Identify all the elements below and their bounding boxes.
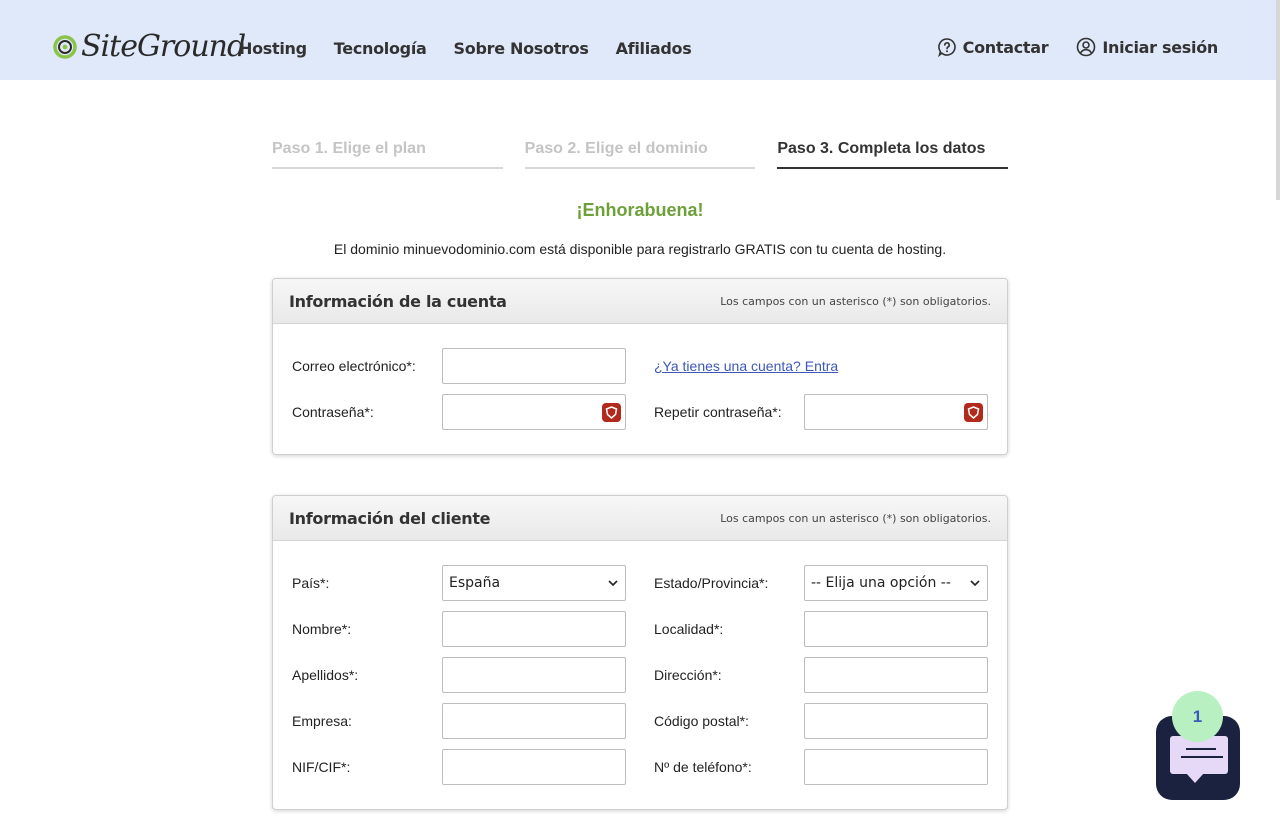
contact-label: Contactar [962,37,1049,57]
login-label: Iniciar sesión [1102,37,1218,57]
password-manager-icon[interactable] [964,403,983,422]
nif-label: NIF/CIF*: [292,759,351,775]
required-fields-note: Los campos con un asterisco (*) son obli… [720,512,991,525]
nav-sobre-nosotros[interactable]: Sobre Nosotros [454,39,589,58]
phone-field[interactable] [804,749,988,785]
nav-tecnologia[interactable]: Tecnología [334,39,427,58]
chat-icon-tail [1186,773,1204,783]
city-label: Localidad*: [654,621,724,637]
client-info-panel: Información del cliente Los campos con u… [272,495,1008,810]
domain-available-text: El dominio minuevodominio.com está dispo… [333,241,947,257]
address-field[interactable] [804,657,988,693]
siteground-logo[interactable]: SiteGround [53,28,246,64]
chat-notification-badge[interactable]: 1 [1172,691,1223,742]
postal-code-label: Código postal*: [654,713,749,729]
site-header: SiteGround Hosting Tecnología Sobre Noso… [0,0,1280,80]
contact-link[interactable]: Contactar [937,37,1049,57]
required-fields-note: Los campos con un asterisco (*) son obli… [720,295,991,308]
country-label: País*: [292,575,330,591]
account-panel-header: Información de la cuenta Los campos con … [273,279,1007,324]
surname-label: Apellidos*: [292,667,359,683]
account-panel-title: Información de la cuenta [289,292,507,311]
email-field[interactable] [442,348,626,384]
company-field[interactable] [442,703,626,739]
main-nav: Hosting Tecnología Sobre Nosotros Afilia… [239,39,692,58]
repeat-password-field[interactable] [804,394,988,430]
chevron-down-icon [970,580,980,587]
name-field[interactable] [442,611,626,647]
password-manager-icon[interactable] [602,403,621,422]
state-select[interactable]: -- Elija una opción -- [804,565,988,601]
siteground-logo-icon [53,35,77,59]
nav-afiliados[interactable]: Afiliados [616,39,692,58]
state-value: -- Elija una opción -- [811,575,951,591]
step-3: Paso 3. Completa los datos [777,140,1009,169]
repeat-password-label: Repetir contraseña*: [654,404,782,420]
logo-text: SiteGround [81,28,246,64]
step-2[interactable]: Paso 2. Elige el dominio [524,140,756,169]
help-circle-icon [937,38,956,57]
name-label: Nombre*: [292,621,352,637]
country-select[interactable]: España [442,565,626,601]
congrats-heading: ¡Enhorabuena! [576,200,704,220]
phone-label: Nº de teléfono*: [654,759,752,775]
nav-hosting[interactable]: Hosting [239,39,307,58]
surname-field[interactable] [442,657,626,693]
chevron-down-icon [608,580,618,587]
account-info-panel: Información de la cuenta Los campos con … [272,278,1008,455]
password-field[interactable] [442,394,626,430]
country-value: España [449,575,501,591]
state-label: Estado/Provincia*: [654,575,769,591]
email-label: Correo electrónico*: [292,358,416,374]
client-panel-header: Información del cliente Los campos con u… [273,496,1007,541]
step-1[interactable]: Paso 1. Elige el plan [272,140,503,169]
postal-code-field[interactable] [804,703,988,739]
client-panel-title: Información del cliente [289,509,491,528]
city-field[interactable] [804,611,988,647]
user-circle-icon [1077,37,1096,57]
company-label: Empresa: [292,713,352,729]
page-scrollbar[interactable] [1276,0,1280,200]
have-account-link[interactable]: ¿Ya tienes una cuenta? Entra [654,358,838,374]
checkout-steps: Paso 1. Elige el plan Paso 2. Elige el d… [272,140,1009,169]
login-link[interactable]: Iniciar sesión [1076,37,1218,57]
header-actions: Contactar Iniciar sesión [937,37,1218,57]
address-label: Dirección*: [654,667,722,683]
password-label: Contraseña*: [292,404,374,420]
nif-field[interactable] [442,749,626,785]
